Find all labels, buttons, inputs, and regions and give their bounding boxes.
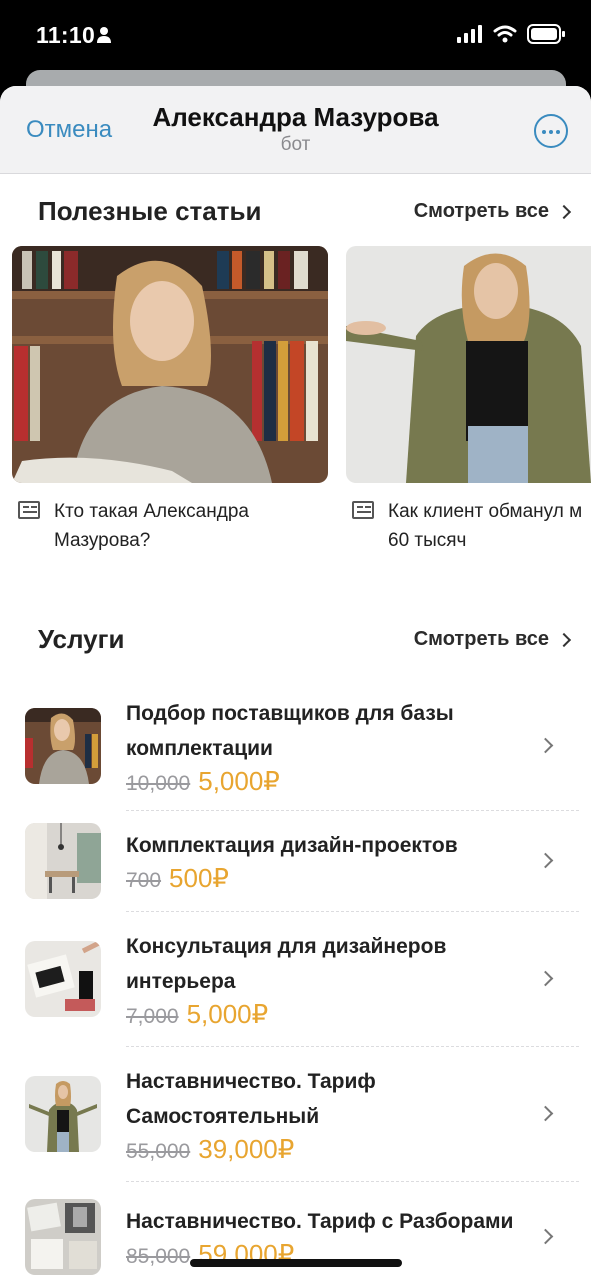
article-title-line: Как клиент обманул м [388,501,583,522]
article-title-line: Мазурова? [54,530,151,551]
newspaper-icon [352,501,374,519]
service-name: Консультация для дизайнеров интерьера [126,934,447,993]
service-name: Наставничество. Тариф с Разборами [126,1210,514,1233]
chevron-right-icon [556,632,572,647]
signal-icon [457,25,482,43]
more-options-icon[interactable] [534,114,568,148]
person-icon [97,27,111,43]
service-item[interactable]: Комплектация дизайн-проектов 700 500₽ [0,811,591,911]
article-card[interactable]: Кто такая Александра Мазурова? [12,246,328,555]
articles-header: Полезные статьи Смотреть все [38,196,572,230]
see-all-label: Смотреть все [413,200,549,222]
old-price: 7,000 [126,1004,179,1028]
services-see-all-button[interactable]: Смотреть все [413,628,572,651]
service-thumbnail [25,708,101,784]
new-price: 5,000₽ [198,765,280,796]
services-header: Услуги Смотреть все [38,624,572,658]
services-list: Подбор поставщиков для базы комплектации… [0,682,591,1280]
service-name: Наставничество. Тариф Самостоятельный [126,1069,376,1128]
new-price: 5,000₽ [186,998,269,1029]
bot-sheet: Отмена Александра Мазурова бот Полезные … [0,86,591,1280]
articles-see-all-button[interactable]: Смотреть все [413,200,572,223]
service-item[interactable]: Наставничество. Тариф Самостоятельный 55… [0,1047,591,1181]
article-card[interactable]: Как клиент обманул м 60 тысяч [346,246,591,555]
article-photo [346,246,591,483]
service-thumbnail [25,941,101,1017]
article-photo [12,246,328,483]
service-thumbnail [25,823,101,899]
old-price: 10,000 [126,771,191,795]
status-bar: 11:10 [0,0,591,70]
bot-subtitle: бот [280,134,311,155]
home-indicator[interactable] [190,1259,402,1267]
service-name: Подбор поставщиков для базы комплектации [126,701,454,760]
battery-icon [527,24,565,44]
new-price: 500₽ [169,863,229,893]
article-title-line: 60 тысяч [388,530,467,551]
service-thumbnail [25,1076,101,1152]
chevron-right-icon [556,204,572,219]
service-name: Комплектация дизайн-проектов [126,834,458,857]
service-item[interactable]: Консультация для дизайнеров интерьера 7,… [0,912,591,1046]
old-price: 55,000 [126,1139,191,1163]
see-all-label: Смотреть все [413,628,549,650]
articles-carousel[interactable]: Кто такая Александра Мазурова? Как клиен… [0,246,591,566]
old-price: 85,000 [126,1245,191,1268]
articles-title: Полезные статьи [38,196,262,226]
article-title-line: Кто такая Александра [54,501,249,522]
new-price: 39,000₽ [198,1133,295,1164]
newspaper-icon [18,501,40,519]
services-title: Услуги [38,624,125,654]
bot-title: Александра Мазурова [152,102,439,132]
wifi-icon [493,25,517,43]
status-time: 11:10 [36,22,96,48]
old-price: 700 [126,869,162,892]
nav-bar: Отмена Александра Мазурова бот [0,86,591,174]
service-item[interactable]: Подбор поставщиков для базы комплектации… [0,682,591,810]
service-thumbnail [25,1199,101,1275]
